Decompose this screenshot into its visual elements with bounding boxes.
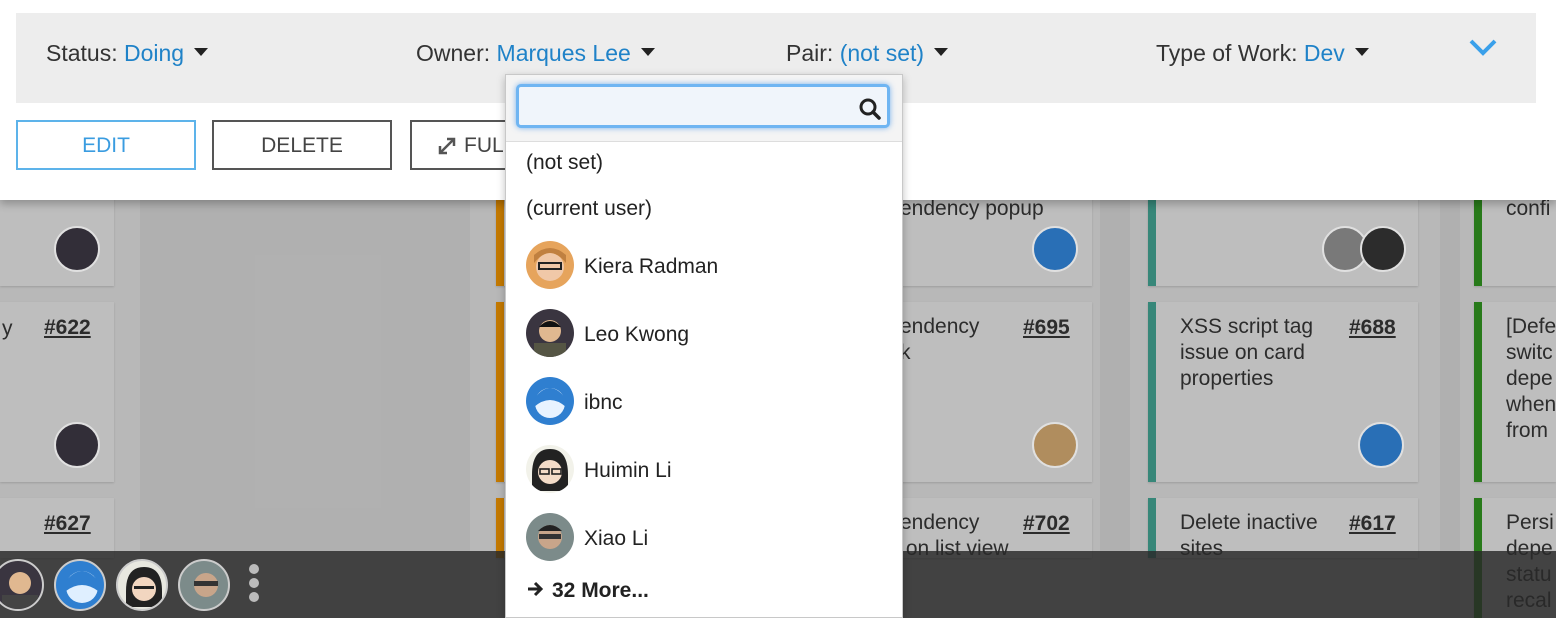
user-avatar[interactable] [54,559,106,611]
option-xiao-li[interactable]: Xiao Li [506,513,902,563]
user-avatar[interactable] [116,559,168,611]
dropdown-search-area [506,75,902,142]
caret-down-icon[interactable] [934,47,949,56]
option-label: (not set) [526,151,604,174]
expand-icon [438,137,456,155]
option-label: Xiao Li [584,527,649,550]
status-field[interactable]: Status: Doing [46,40,209,67]
option-label: Huimin Li [584,459,672,482]
fullscreen-label: FUL [464,134,504,157]
avatar-ibnc-icon [526,377,574,425]
option-not-set[interactable]: (not set) [506,151,902,177]
option-label: Leo Kwong [584,323,690,346]
type-of-work-value[interactable]: Dev [1304,40,1345,66]
option-label: ibnc [584,391,623,414]
owner-value[interactable]: Marques Lee [497,40,631,66]
more-users-icon[interactable] [247,564,261,606]
option-current-user[interactable]: (current user) [506,197,902,223]
pair-field[interactable]: Pair: (not set) [786,40,949,67]
type-of-work-label: Type of Work: [1156,40,1298,66]
pair-value[interactable]: (not set) [840,40,924,66]
delete-button[interactable]: DELETE [212,120,392,170]
pair-label: Pair: [786,40,834,66]
caret-down-icon[interactable] [640,47,655,56]
user-avatar[interactable] [0,559,44,611]
status-value[interactable]: Doing [124,40,184,66]
owner-search-input[interactable] [516,84,890,128]
owner-label: Owner: [416,40,491,66]
edit-button[interactable]: EDIT [16,120,196,170]
avatar-leo-icon [526,309,574,357]
option-huimin-li[interactable]: Huimin Li [506,445,902,495]
more-options-label: 32 More... [552,579,649,602]
option-kiera-radman[interactable]: Kiera Radman [506,241,902,291]
option-label: Kiera Radman [584,255,719,278]
option-ibnc[interactable]: ibnc [506,377,902,427]
owner-field[interactable]: Owner: Marques Lee [416,40,655,67]
option-label: (current user) [526,197,653,220]
status-label: Status: [46,40,118,66]
fullscreen-button[interactable]: FUL [410,120,520,170]
avatar-kiera-icon [526,241,574,289]
caret-down-icon[interactable] [1354,47,1369,56]
option-leo-kwong[interactable]: Leo Kwong [506,309,902,359]
chevron-down-icon[interactable] [1468,37,1498,57]
search-icon[interactable] [858,97,882,121]
caret-down-icon[interactable] [194,47,209,56]
avatar-huimin-icon [526,445,574,493]
user-avatar[interactable] [178,559,230,611]
arrow-right-icon [528,581,544,597]
avatar-xiao-icon [526,513,574,561]
more-options-link[interactable]: 32 More... [526,579,649,603]
type-of-work-field[interactable]: Type of Work: Dev [1156,40,1369,67]
owner-dropdown: (not set) (current user) Kiera Radman Le… [505,74,903,618]
